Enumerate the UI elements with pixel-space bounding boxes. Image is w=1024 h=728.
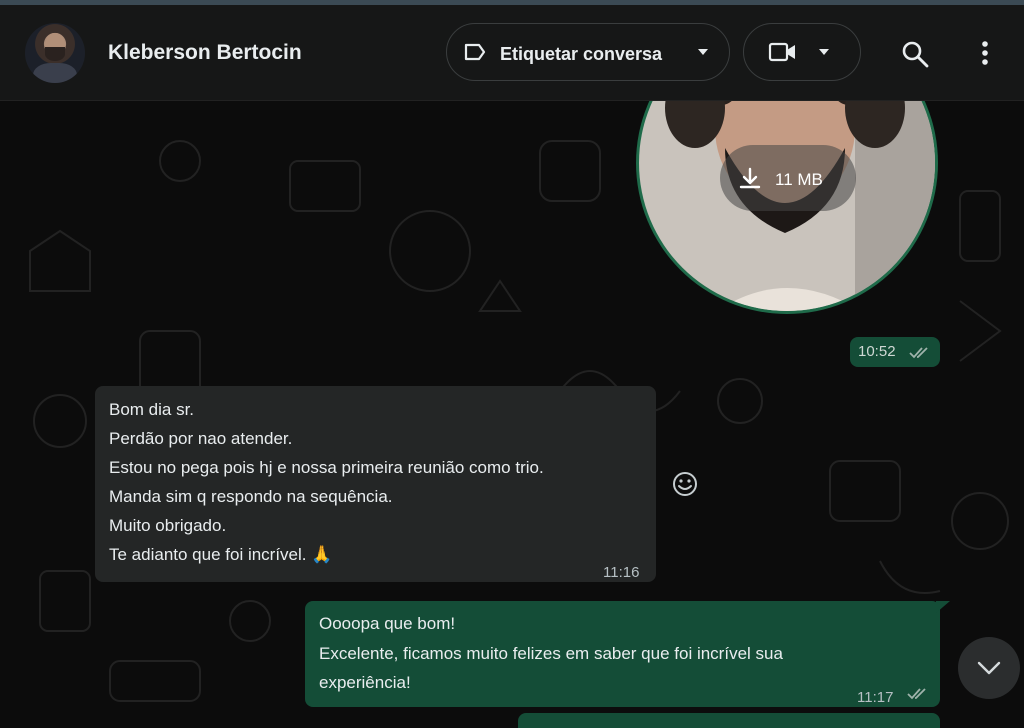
double-check-icon (909, 347, 928, 359)
message-line: Bom dia sr. (109, 400, 195, 419)
message-line: Oooopa que bom! (319, 614, 456, 633)
incoming-message[interactable]: Bom dia sr. Perdão por nao atender. Esto… (95, 386, 656, 582)
chevron-down-icon (819, 49, 829, 55)
download-icon (739, 167, 761, 189)
scroll-to-bottom-button[interactable] (958, 637, 1020, 699)
message-time: 11:17 (857, 689, 894, 706)
search-icon[interactable] (900, 39, 930, 69)
chevron-down-icon (698, 49, 708, 55)
chat-area[interactable]: 11 MB 10:52 Bom dia sr. Perdão por nao a… (0, 101, 1024, 728)
message-line: Excelente, ficamos muito felizes em sabe… (319, 644, 783, 663)
video-call-icon (768, 42, 795, 62)
download-size: 11 MB (775, 170, 823, 189)
message-line: Estou no pega pois hj e nossa primeira r… (109, 458, 544, 477)
emoji-reaction-icon[interactable] (672, 471, 698, 497)
video-call-button[interactable] (743, 23, 861, 81)
chevron-down-icon (977, 661, 1001, 675)
contact-avatar[interactable] (25, 23, 85, 83)
outgoing-message[interactable]: Oooopa que bom! Excelente, ficamos muito… (305, 601, 940, 707)
bubble-tail (936, 601, 950, 613)
double-check-icon (907, 688, 926, 700)
message-line: Muito obrigado. (109, 516, 227, 535)
download-media-button[interactable]: 11 MB (720, 145, 856, 211)
message-line: Manda sim q respondo na sequência. (109, 487, 393, 506)
more-vertical-icon[interactable] (978, 39, 992, 69)
video-message[interactable]: 11 MB (635, 101, 940, 318)
chat-header: Kleberson Bertocin Etiquetar conversa (0, 5, 1024, 101)
message-line: Perdão por nao atender. (109, 429, 293, 448)
contact-name[interactable]: Kleberson Bertocin (108, 41, 302, 65)
message-time: 11:16 (603, 564, 640, 581)
media-timestamp: 10:52 (850, 337, 940, 367)
label-icon (464, 43, 486, 61)
message-line: experiência! (319, 673, 411, 692)
message-line: Te adianto que foi incrível. 🙏 (109, 545, 333, 564)
label-conversation-text: Etiquetar conversa (500, 44, 663, 64)
next-outgoing-message[interactable] (518, 713, 940, 728)
